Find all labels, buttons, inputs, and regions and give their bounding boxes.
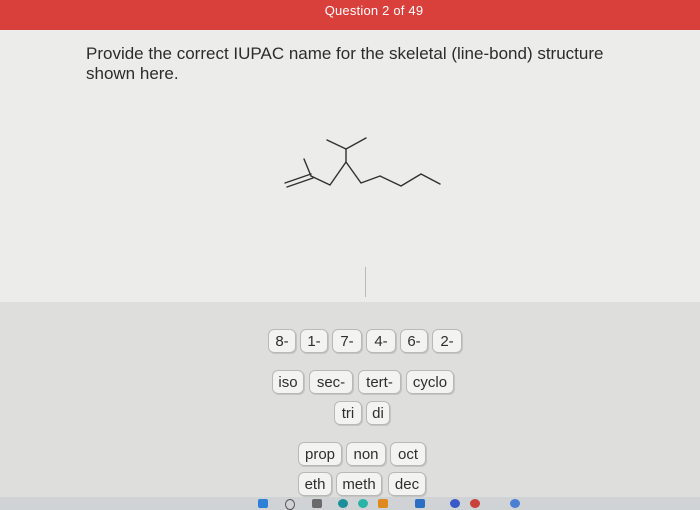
- tile-locant-4[interactable]: 4-: [366, 329, 396, 353]
- terminal-double-bond-line-2: [286, 177, 314, 188]
- notification-badge-icon[interactable]: [450, 499, 460, 508]
- tile-root-prop[interactable]: prop: [298, 442, 342, 466]
- tile-root-non[interactable]: non: [346, 442, 386, 466]
- fork-right-bond: [345, 137, 367, 150]
- edge-icon[interactable]: [338, 499, 348, 508]
- tile-locant-6[interactable]: 6-: [400, 329, 428, 353]
- app-icon-blue[interactable]: [510, 499, 520, 508]
- tile-locant-7[interactable]: 7-: [332, 329, 362, 353]
- windows-start-icon[interactable]: [258, 499, 268, 508]
- terminal-double-bond-line-1: [284, 173, 312, 184]
- store-icon[interactable]: [378, 499, 388, 508]
- tile-prefix-tert[interactable]: tert-: [358, 370, 401, 394]
- fork-left-bond: [326, 139, 347, 150]
- app-icon-red[interactable]: [470, 499, 480, 508]
- search-icon[interactable]: [285, 499, 295, 510]
- drop-zone-cursor[interactable]: [365, 267, 366, 297]
- tile-locant-1[interactable]: 1-: [300, 329, 328, 353]
- main-chain: [310, 161, 441, 187]
- page: Question 2 of 49 Provide the correct IUP…: [0, 0, 700, 510]
- tile-prefix-sec[interactable]: sec-: [309, 370, 353, 394]
- tile-root-dec[interactable]: dec: [388, 472, 426, 496]
- tile-root-meth[interactable]: meth: [336, 472, 382, 496]
- tile-locant-8[interactable]: 8-: [268, 329, 296, 353]
- tile-multiplier-di[interactable]: di: [366, 401, 390, 425]
- answer-area: 8- 1- 7- 4- 6- 2- iso sec- tert- cyclo t…: [0, 267, 700, 497]
- tile-multiplier-tri[interactable]: tri: [334, 401, 362, 425]
- tile-root-oct[interactable]: oct: [390, 442, 426, 466]
- tile-prefix-iso[interactable]: iso: [272, 370, 304, 394]
- tile-root-eth[interactable]: eth: [298, 472, 332, 496]
- tile-prefix-cyclo[interactable]: cyclo: [406, 370, 454, 394]
- edge-icon-2[interactable]: [358, 499, 368, 508]
- mail-icon[interactable]: [415, 499, 425, 508]
- tile-locant-2[interactable]: 2-: [432, 329, 462, 353]
- taskbar: [0, 497, 700, 510]
- methyl-branch-bond: [303, 158, 312, 177]
- task-view-icon[interactable]: [312, 499, 322, 508]
